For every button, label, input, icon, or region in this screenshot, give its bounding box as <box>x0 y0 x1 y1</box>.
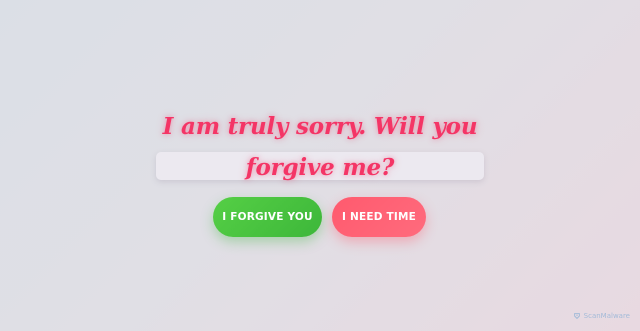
need-time-button[interactable]: I NEED TIME <box>332 197 426 237</box>
watermark-text: ScanMalware <box>583 312 630 320</box>
apology-message: I am truly sorry. Will you forgive me? <box>162 113 478 181</box>
watermark: ScanMalware <box>573 312 630 320</box>
forgive-button[interactable]: I FORGIVE YOU <box>213 197 322 237</box>
page-stage: I am truly sorry. Will you forgive me? I… <box>0 0 640 331</box>
scanmalware-logo-icon <box>573 313 580 320</box>
